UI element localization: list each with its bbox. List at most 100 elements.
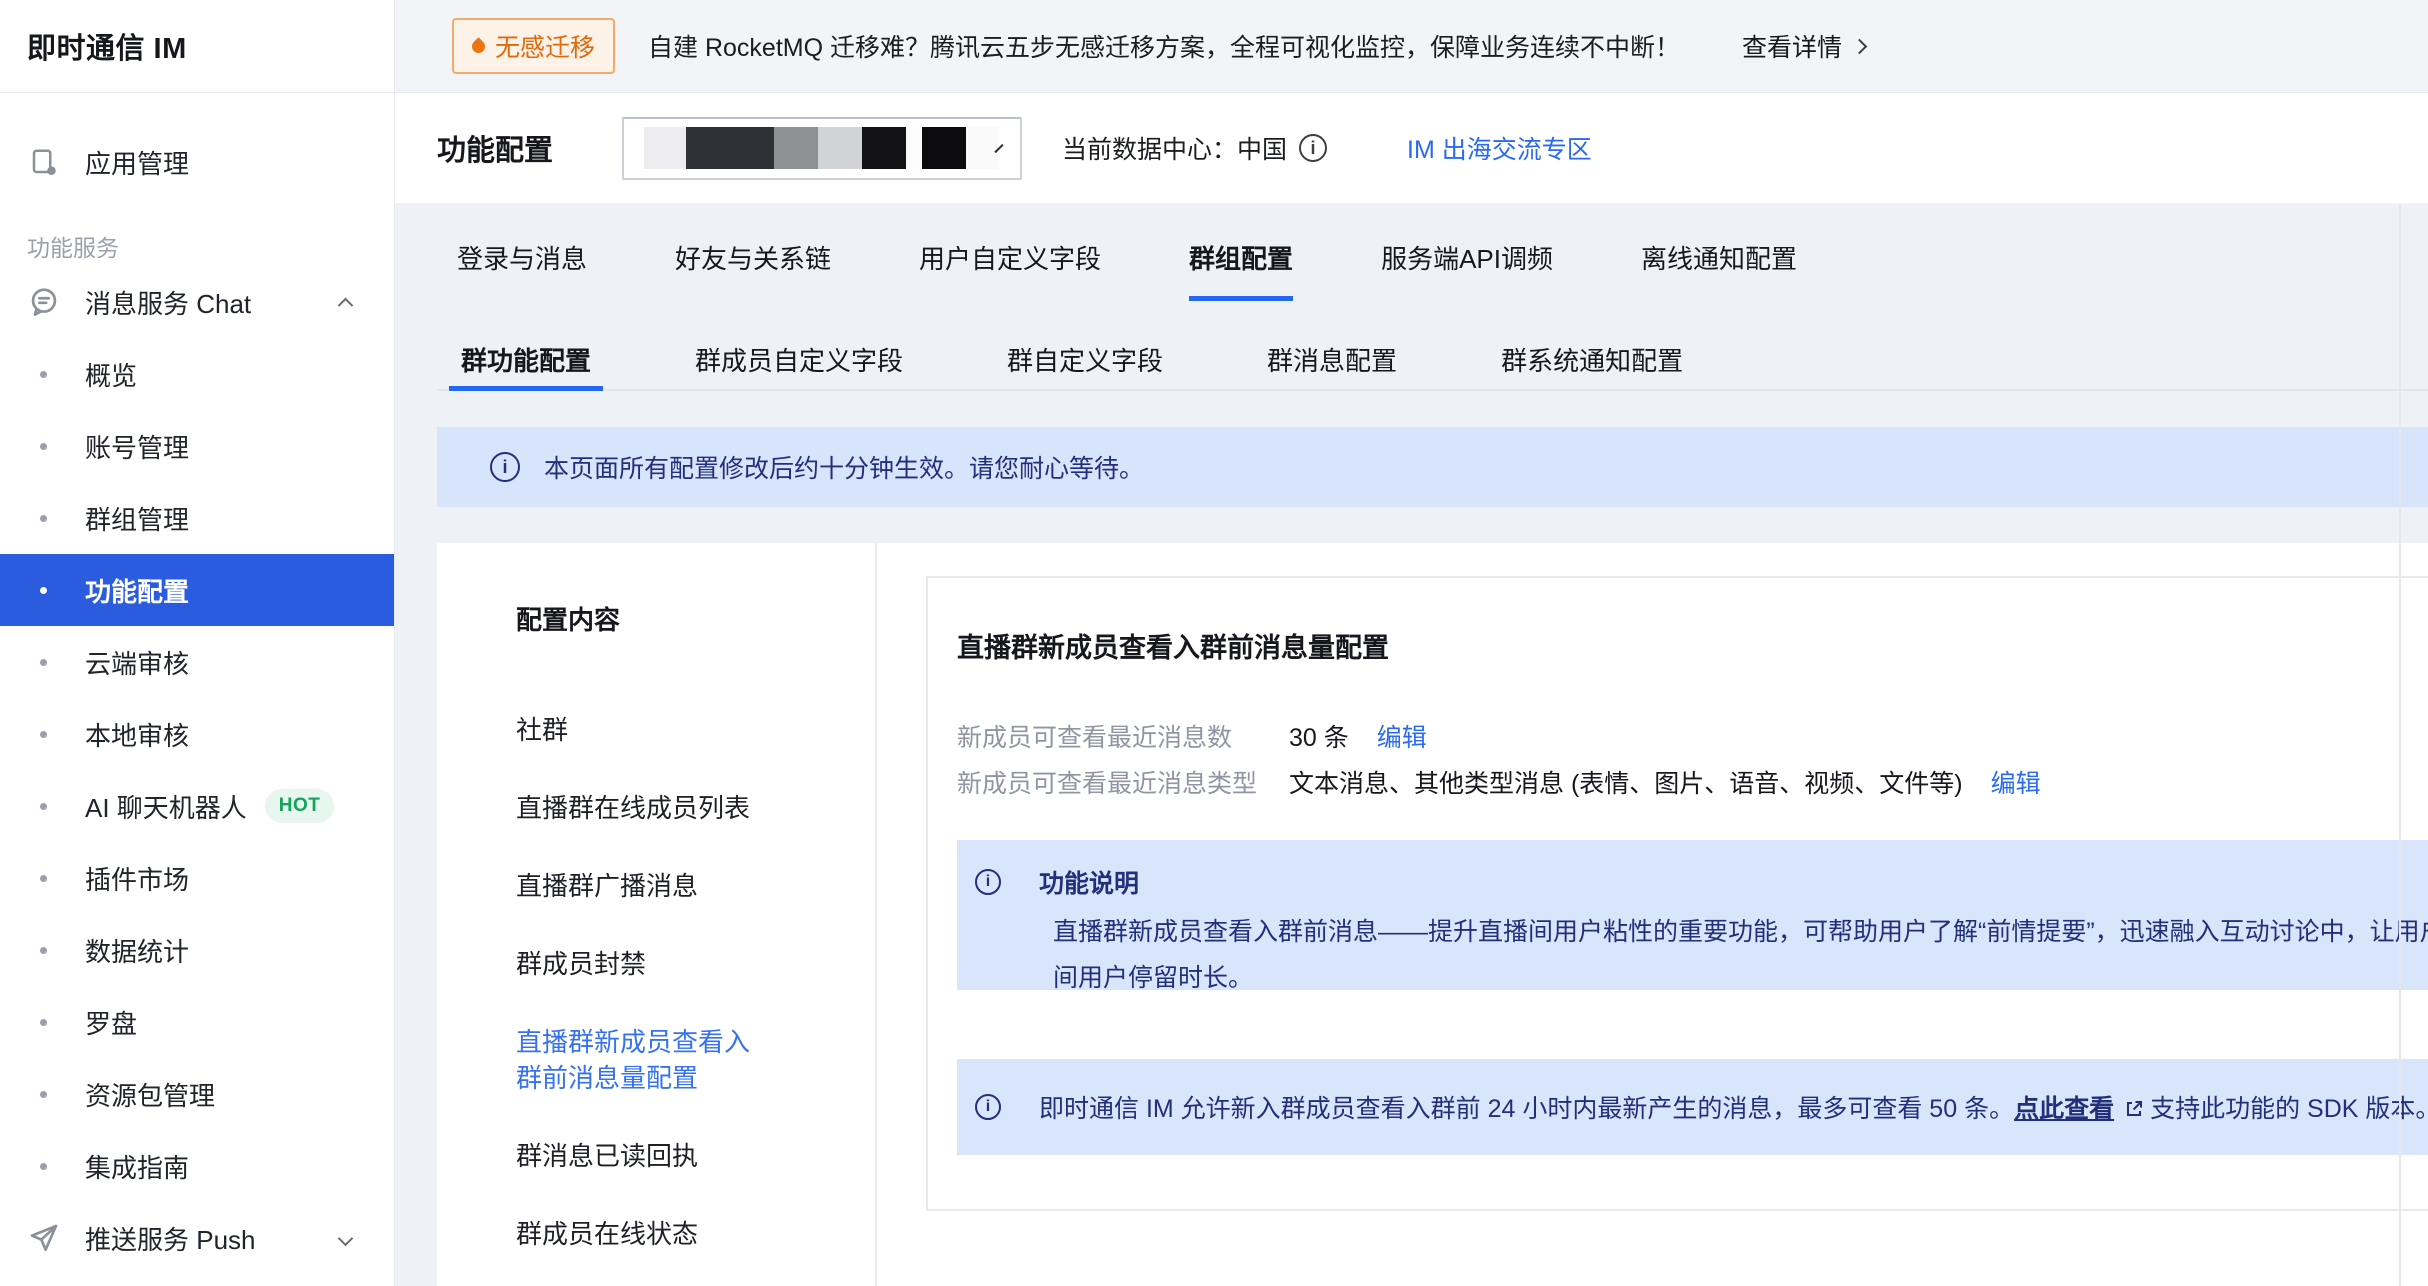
sidebar-item-label: 功能配置 bbox=[85, 572, 189, 609]
promo-link-label: 查看详情 bbox=[1742, 28, 1842, 64]
sidebar-item-label: 集成指南 bbox=[85, 1148, 189, 1185]
sidebar-item-integration-guide[interactable]: 集成指南 bbox=[0, 1130, 394, 1202]
tab-login-message[interactable]: 登录与消息 bbox=[457, 239, 587, 301]
edit-link[interactable]: 编辑 bbox=[1991, 767, 2041, 801]
sdk-tip-text: 即时通信 IM 允许新入群成员查看入群前 24 小时内最新产生的消息，最多可查看… bbox=[1039, 1089, 2428, 1125]
promo-text: 自建 RocketMQ 迁移难？腾讯云五步无感迁移方案，全程可视化监控，保障业务… bbox=[648, 28, 1680, 64]
app-select-dropdown[interactable] bbox=[622, 117, 1022, 180]
info-icon bbox=[975, 869, 1001, 895]
sidebar-item-resource-pack[interactable]: 资源包管理 bbox=[0, 1058, 394, 1130]
sidebar-item-label: AI 聊天机器人 bbox=[85, 788, 247, 825]
sdk-tip-box: 即时通信 IM 允许新入群成员查看入群前 24 小时内最新产生的消息，最多可查看… bbox=[957, 1059, 2428, 1155]
bullet-icon bbox=[40, 1091, 47, 1098]
sidebar-item-cloud-moderation[interactable]: 云端审核 bbox=[0, 626, 394, 698]
info-icon bbox=[490, 452, 520, 482]
datacenter-text: 当前数据中心：中国 bbox=[1062, 130, 1287, 166]
sidebar-item-compass[interactable]: 罗盘 bbox=[0, 986, 394, 1058]
bullet-icon bbox=[40, 875, 47, 882]
datacenter-label: 当前数据中心：中国 bbox=[1062, 130, 1327, 166]
config-nav-item-read-receipt[interactable]: 群消息已读回执 bbox=[516, 1138, 766, 1174]
sidebar-item-label: 插件市场 bbox=[85, 860, 189, 897]
config-nav-item-prejoin-history[interactable]: 直播群新成员查看入群前消息量配置 bbox=[516, 1024, 766, 1096]
sidebar-item-label: 账号管理 bbox=[85, 428, 189, 465]
row-value: 30 条 bbox=[1289, 721, 1349, 755]
chevron-right-icon bbox=[1852, 38, 1868, 54]
config-nav-heading: 配置内容 bbox=[516, 602, 875, 638]
flame-icon bbox=[469, 37, 487, 55]
sidebar-group-push[interactable]: 推送服务 Push bbox=[0, 1202, 394, 1274]
config-nav-item-live-online-members[interactable]: 直播群在线成员列表 bbox=[516, 790, 766, 826]
sidebar: 即时通信 IM 应用管理 功能服务 消息服务 Chat 概览 账号管理 群组管理… bbox=[0, 0, 395, 1286]
sidebar-item-ai-chatbot[interactable]: AI 聊天机器人 HOT bbox=[0, 770, 394, 842]
config-row-message-count: 新成员可查看最近消息数 30 条 编辑 bbox=[957, 721, 2428, 755]
sidebar-item-label: 概览 bbox=[85, 356, 137, 393]
sidebar-group-chat[interactable]: 消息服务 Chat bbox=[0, 266, 394, 338]
config-nav-item-community[interactable]: 社群 bbox=[516, 712, 766, 748]
sidebar-item-label: 罗盘 bbox=[85, 1004, 137, 1041]
promo-badge: 无感迁移 bbox=[452, 18, 615, 74]
config-detail-box: 直播群新成员查看入群前消息量配置 新成员可查看最近消息数 30 条 编辑 新成员… bbox=[926, 576, 2428, 1211]
config-nav: 配置内容 社群 直播群在线成员列表 直播群广播消息 群成员封禁 直播群新成员查看… bbox=[437, 543, 877, 1286]
row-label: 新成员可查看最近消息类型 bbox=[957, 767, 1289, 801]
notice-text: 本页面所有配置修改后约十分钟生效。请您耐心等待。 bbox=[544, 449, 1144, 485]
subtab-group-message-config[interactable]: 群消息配置 bbox=[1255, 341, 1409, 391]
sidebar-item-data-statistics[interactable]: 数据统计 bbox=[0, 914, 394, 986]
subtab-group-feature-config[interactable]: 群功能配置 bbox=[449, 341, 603, 391]
sidebar-group-label: 推送服务 Push bbox=[85, 1220, 256, 1257]
bullet-icon bbox=[40, 803, 47, 810]
info-icon bbox=[975, 1094, 1001, 1120]
row-value: 文本消息、其他类型消息 (表情、图片、语音、视频、文件等) bbox=[1289, 767, 1963, 801]
sdk-tip-link[interactable]: 点此查看 bbox=[2014, 1095, 2114, 1123]
sidebar-item-overview[interactable]: 概览 bbox=[0, 338, 394, 410]
scroll-track-edge bbox=[2399, 204, 2401, 1286]
hot-badge: HOT bbox=[265, 789, 335, 823]
bullet-icon bbox=[40, 515, 47, 522]
bullet-icon bbox=[40, 587, 47, 594]
sdk-tip-before: 即时通信 IM 允许新入群成员查看入群前 24 小时内最新产生的消息，最多可查看… bbox=[1039, 1095, 2014, 1123]
sidebar-item-local-moderation[interactable]: 本地审核 bbox=[0, 698, 394, 770]
content-area: 登录与消息 好友与关系链 用户自定义字段 群组配置 服务端API调频 离线通知配… bbox=[395, 203, 2428, 1286]
chevron-up-icon bbox=[338, 297, 354, 313]
subtab-member-custom-fields[interactable]: 群成员自定义字段 bbox=[683, 341, 915, 391]
sidebar-item-label: 应用管理 bbox=[85, 144, 189, 181]
sidebar-item-label: 数据统计 bbox=[85, 932, 189, 969]
page-title: 功能配置 bbox=[437, 127, 553, 169]
sidebar-section-label: 功能服务 bbox=[0, 226, 394, 266]
promo-details-link[interactable]: 查看详情 bbox=[1742, 28, 1865, 64]
feature-description-box: 功能说明 直播群新成员查看入群前消息——提升直播间用户粘性的重要功能，可帮助用户… bbox=[957, 840, 2428, 990]
sidebar-item-label: 本地审核 bbox=[85, 716, 189, 753]
sidebar-item-group-management[interactable]: 群组管理 bbox=[0, 482, 394, 554]
tab-offline-push[interactable]: 离线通知配置 bbox=[1641, 239, 1797, 301]
sidebar-item-account-management[interactable]: 账号管理 bbox=[0, 410, 394, 482]
tab-group-config[interactable]: 群组配置 bbox=[1189, 239, 1293, 301]
feature-description-text: 直播群新成员查看入群前消息——提升直播间用户粘性的重要功能，可帮助用户了解“前情… bbox=[1053, 909, 2428, 1001]
sidebar-item-plugin-market[interactable]: 插件市场 bbox=[0, 842, 394, 914]
info-icon[interactable] bbox=[1299, 134, 1327, 162]
feature-description-title: 功能说明 bbox=[1039, 864, 1139, 900]
edit-link[interactable]: 编辑 bbox=[1377, 721, 1427, 755]
config-nav-item-member-online-status[interactable]: 群成员在线状态 bbox=[516, 1216, 766, 1252]
page-header: 功能配置 当前数据中心：中国 IM 出海交流专区 bbox=[395, 93, 2428, 203]
bullet-icon bbox=[40, 947, 47, 954]
config-nav-item-live-broadcast-message[interactable]: 直播群广播消息 bbox=[516, 868, 766, 904]
detail-heading: 直播群新成员查看入群前消息量配置 bbox=[957, 630, 2428, 666]
sidebar-item-label: 资源包管理 bbox=[85, 1076, 215, 1113]
config-nav-item-member-ban[interactable]: 群成员封禁 bbox=[516, 946, 766, 982]
chat-bubble-icon bbox=[27, 286, 60, 319]
tab-friends-relation[interactable]: 好友与关系链 bbox=[675, 239, 831, 301]
tab-user-custom-fields[interactable]: 用户自定义字段 bbox=[919, 239, 1101, 301]
sidebar-item-app-management[interactable]: 应用管理 bbox=[0, 126, 394, 198]
external-link-icon bbox=[2124, 1099, 2144, 1119]
tab-bar: 登录与消息 好友与关系链 用户自定义字段 群组配置 服务端API调频 离线通知配… bbox=[437, 203, 2428, 301]
subtab-group-system-notice[interactable]: 群系统通知配置 bbox=[1489, 341, 1695, 391]
tab-server-api[interactable]: 服务端API调频 bbox=[1381, 239, 1553, 301]
sidebar-item-feature-config[interactable]: 功能配置 bbox=[0, 554, 394, 626]
app-title: 即时通信 IM bbox=[0, 0, 394, 93]
feature-description-line1: 直播群新成员查看入群前消息——提升直播间用户粘性的重要功能，可帮助用户了解“前情… bbox=[1053, 909, 2428, 955]
oversea-link[interactable]: IM 出海交流专区 bbox=[1407, 130, 1592, 166]
subtab-group-custom-fields[interactable]: 群自定义字段 bbox=[995, 341, 1175, 391]
sdk-tip-after: 支持此功能的 SDK 版本。 bbox=[2150, 1095, 2428, 1123]
sidebar-group-label: 消息服务 Chat bbox=[85, 284, 251, 321]
bullet-icon bbox=[40, 659, 47, 666]
bullet-icon bbox=[40, 731, 47, 738]
